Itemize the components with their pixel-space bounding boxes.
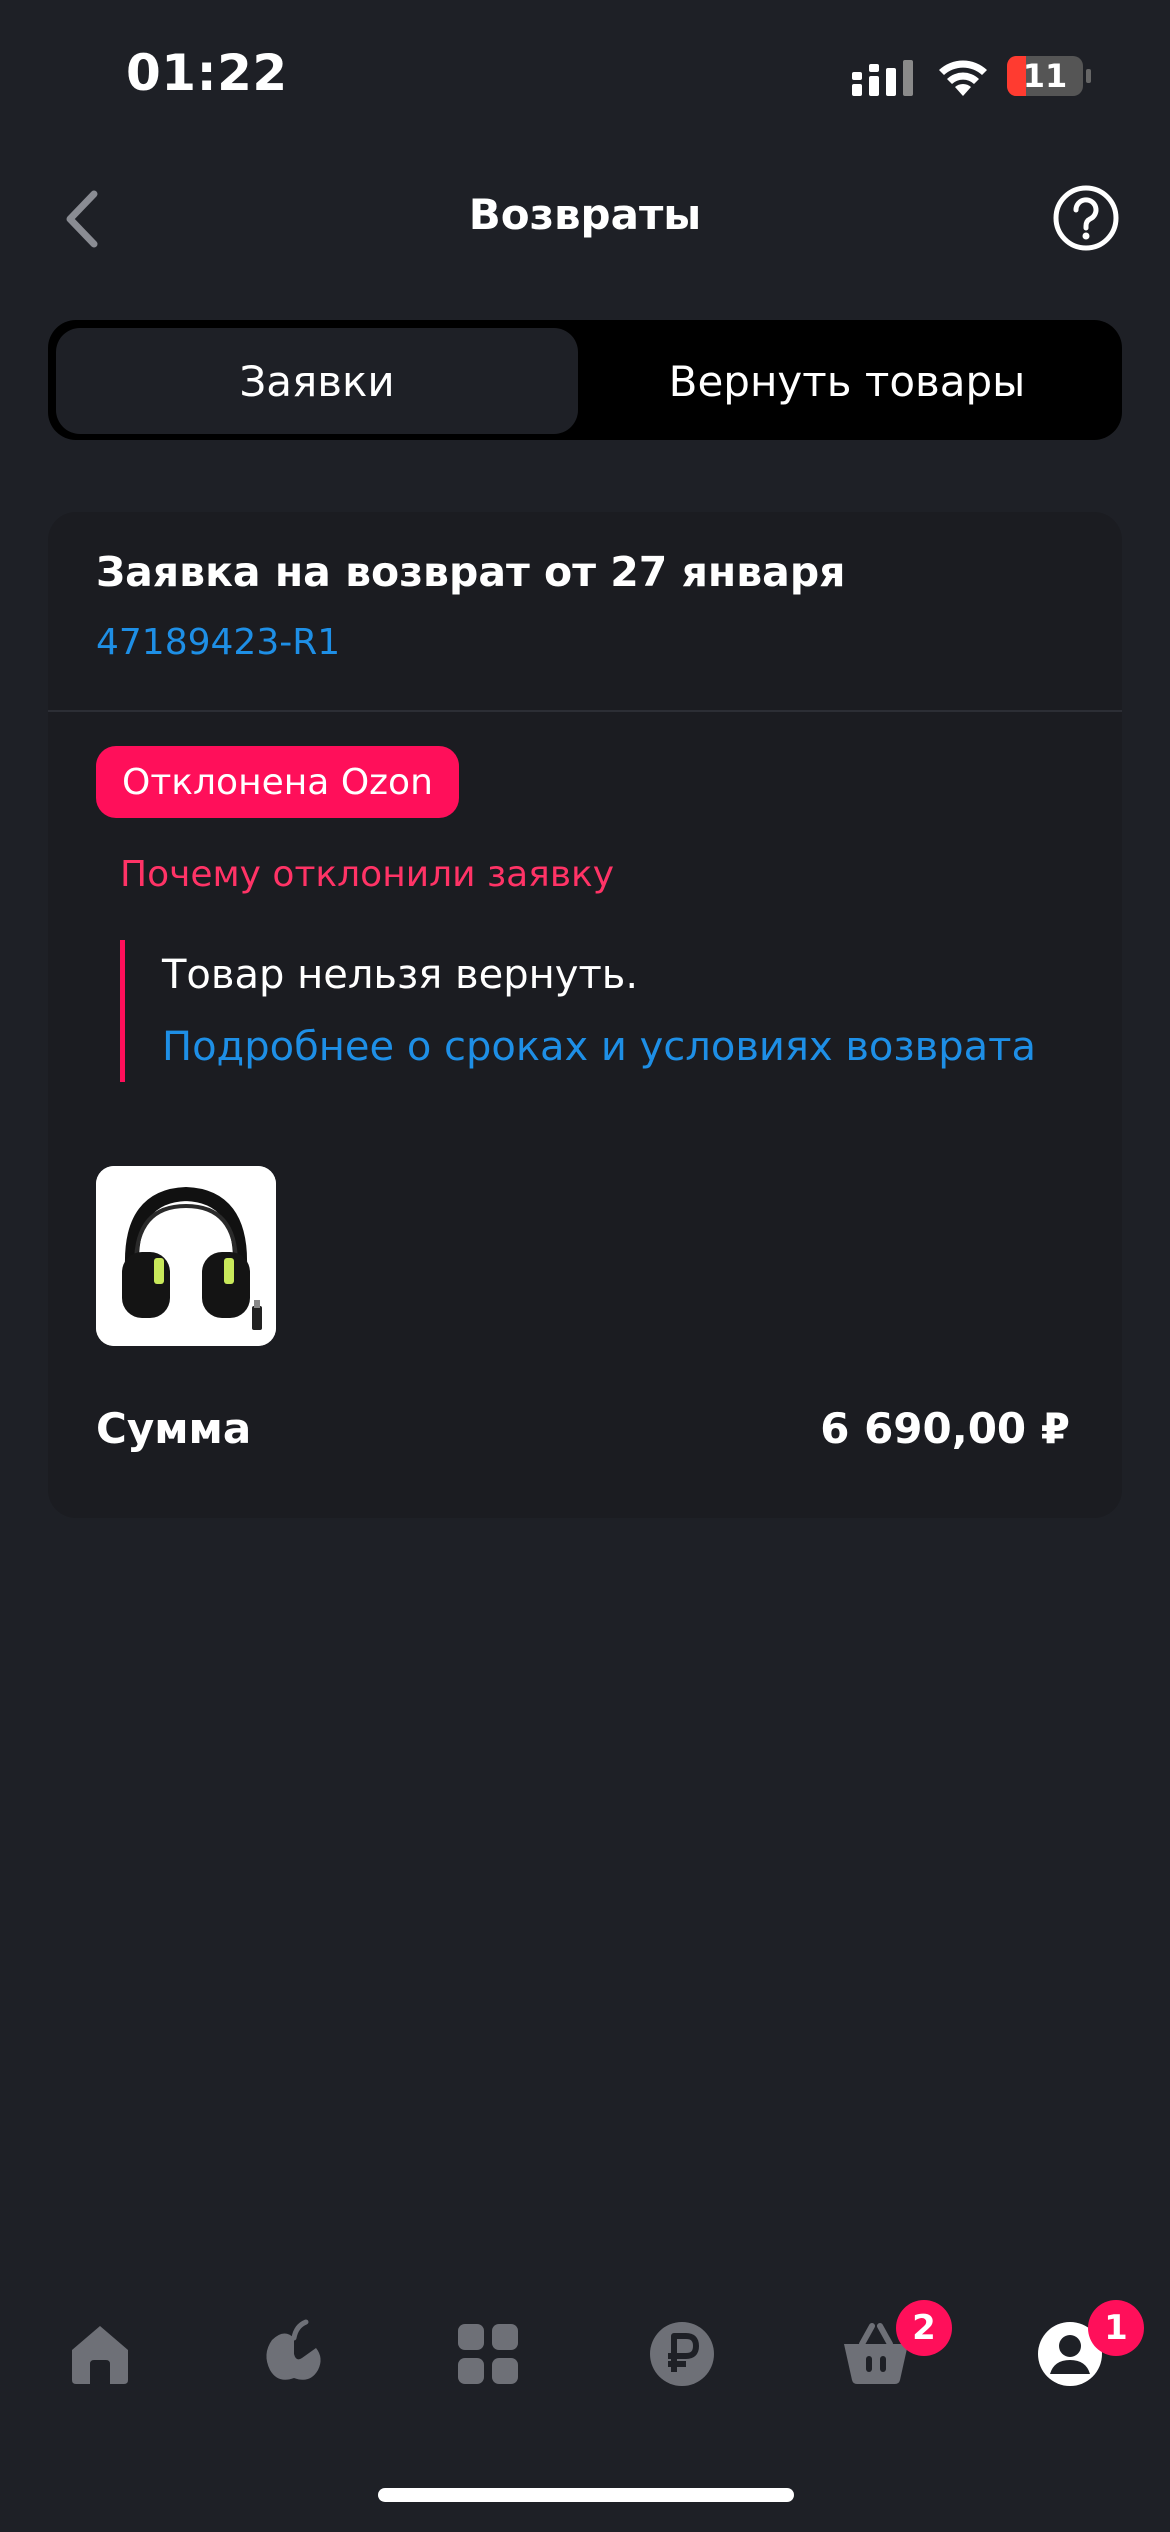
request-id-link[interactable]: 47189423-R1 [96,622,340,663]
status-badge: Отклонена Ozon [96,746,459,818]
cart-badge: 2 [896,2300,952,2356]
battery-level: 11 [1022,57,1068,95]
tab-return-items[interactable]: Вернуть товары [580,328,1114,434]
divider [48,710,1122,712]
tab-requests[interactable]: Заявки [56,328,578,434]
catalog-icon[interactable] [452,2318,524,2390]
headphones-image [96,1166,276,1346]
product-thumbnail[interactable] [96,1166,276,1346]
return-terms-link[interactable]: Подробнее о сроках и условиях возврата [162,1024,1036,1070]
request-title: Заявка на возврат от 27 января [96,548,846,596]
sum-label: Сумма [96,1404,252,1453]
cellular-signal-icon [852,60,913,96]
sum-value: 6 690,00 ₽ [820,1404,1070,1453]
home-icon[interactable] [64,2318,136,2390]
help-icon[interactable] [1052,184,1120,252]
rejection-reason-text: Товар нельзя вернуть. [162,952,639,998]
fresh-icon[interactable] [258,2318,330,2390]
home-indicator [378,2488,794,2502]
finance-ruble-icon[interactable] [646,2318,718,2390]
page-title: Возвраты [468,190,702,239]
rejection-reason-heading: Почему отклонили заявку [120,854,615,895]
reason-accent-bar [120,940,125,1082]
battery-icon: 11 [1006,54,1092,98]
status-time: 01:22 [126,44,288,102]
wifi-icon [939,60,987,96]
profile-badge: 1 [1088,2300,1144,2356]
